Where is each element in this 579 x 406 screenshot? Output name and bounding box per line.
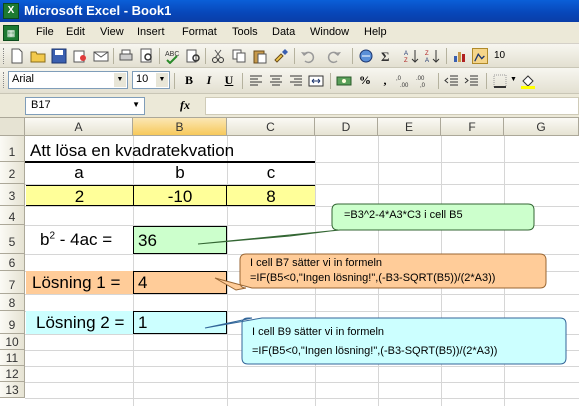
font-name-dropdown[interactable]: Arial ▼ — [8, 71, 128, 89]
underline-button[interactable]: U — [220, 72, 238, 88]
font-name-value: Arial — [12, 73, 35, 85]
menu-edit[interactable]: Edit — [66, 26, 85, 38]
redo-icon[interactable] — [326, 48, 342, 64]
print-icon[interactable] — [118, 48, 134, 64]
percent-button[interactable]: % — [356, 72, 374, 88]
fill-color-icon[interactable] — [520, 73, 536, 89]
menu-view[interactable]: View — [100, 26, 124, 38]
cut-icon[interactable] — [210, 48, 226, 64]
bold-button[interactable]: B — [180, 72, 198, 88]
open-folder-icon[interactable] — [30, 48, 46, 64]
undo-icon[interactable] — [300, 48, 316, 64]
svg-text:Z: Z — [404, 58, 408, 64]
research-icon[interactable] — [185, 48, 201, 64]
menu-data[interactable]: Data — [272, 26, 295, 38]
toolbar-separator — [205, 48, 206, 64]
callout-discriminant-text: =B3^2-4*A3*C3 i cell B5 — [344, 209, 463, 221]
currency-icon[interactable] — [336, 73, 352, 89]
spreadsheet-grid: A B C D E F G 1 2 3 4 5 6 7 8 9 10 11 12… — [0, 118, 579, 406]
permission-icon[interactable] — [72, 48, 88, 64]
svg-text:,0: ,0 — [396, 76, 402, 82]
increase-indent-icon[interactable] — [464, 73, 480, 89]
sort-ascending-icon[interactable]: AZ — [404, 48, 420, 64]
hyperlink-icon[interactable] — [358, 48, 374, 64]
callout-solution2-bubble[interactable] — [204, 317, 567, 365]
toolbar-separator — [113, 48, 114, 64]
decrease-indent-icon[interactable] — [444, 73, 460, 89]
window-title: Microsoft Excel - Book1 — [24, 3, 172, 18]
toolbar-grip[interactable] — [3, 72, 6, 88]
title-bar: X Microsoft Excel - Book1 — [0, 0, 579, 22]
toolbar-separator — [330, 73, 331, 89]
toolbar-separator — [159, 48, 160, 64]
menu-tools[interactable]: Tools — [232, 26, 258, 38]
copy-icon[interactable] — [231, 48, 247, 64]
workbook-icon[interactable]: ▦ — [3, 25, 19, 41]
chevron-down-icon[interactable]: ▼ — [156, 73, 168, 87]
font-size-value: 10 — [136, 73, 149, 85]
toolbar-separator — [446, 48, 447, 64]
menu-insert[interactable]: Insert — [137, 26, 165, 38]
new-document-icon[interactable] — [9, 48, 25, 64]
svg-text:.00: .00 — [416, 76, 425, 82]
drawing-icon[interactable] — [472, 48, 488, 64]
format-painter-icon[interactable] — [273, 48, 289, 64]
menu-format[interactable]: Format — [182, 26, 217, 38]
chart-wizard-icon[interactable] — [452, 48, 468, 64]
menu-file[interactable]: File — [36, 26, 54, 38]
chevron-down-icon[interactable]: ▼ — [510, 76, 517, 83]
svg-text:A: A — [425, 58, 429, 64]
toolbar-separator — [174, 73, 175, 89]
spelling-icon[interactable]: ABC — [164, 48, 180, 64]
chevron-down-icon[interactable]: ▼ — [114, 73, 126, 87]
insert-function-button[interactable]: fx — [180, 98, 190, 113]
sort-descending-icon[interactable]: ZA — [425, 48, 441, 64]
svg-text:A: A — [404, 51, 408, 57]
formula-bar: B17 ▼ fx — [0, 94, 579, 118]
italic-button[interactable]: I — [200, 72, 218, 88]
zoom-partial[interactable]: 10 — [494, 50, 505, 61]
menu-bar: ▦ File Edit View Insert Format Tools Dat… — [0, 22, 579, 44]
menu-window[interactable]: Window — [310, 26, 349, 38]
toolbar-separator — [294, 48, 295, 64]
excel-app-icon[interactable]: X — [3, 3, 19, 19]
menu-help[interactable]: Help — [364, 26, 387, 38]
print-preview-icon[interactable] — [139, 48, 155, 64]
toolbar-grip[interactable] — [3, 48, 6, 64]
font-size-dropdown[interactable]: 10 ▼ — [132, 71, 170, 89]
toolbar-separator — [486, 73, 487, 89]
borders-icon[interactable] — [492, 73, 508, 89]
callout-solution1-line2: =IF(B5<0,"Ingen lösning!",(-B3-SQRT(B5))… — [250, 272, 496, 284]
align-right-icon[interactable] — [288, 73, 304, 89]
svg-text:.00: .00 — [400, 83, 409, 89]
formula-input[interactable] — [205, 97, 579, 115]
callout-solution2-line2: =IF(B5<0,"Ingen lösning!",(-B3-SQRT(B5))… — [252, 345, 498, 357]
svg-text:Z: Z — [425, 51, 429, 57]
decrease-decimal-icon[interactable]: .00,0 — [416, 73, 432, 89]
callout-solution2-line1: I cell B9 sätter vi in formeln — [252, 326, 385, 338]
align-center-icon[interactable] — [268, 73, 284, 89]
name-box-value: B17 — [31, 99, 51, 111]
toolbar-separator — [352, 48, 353, 64]
callout-solution1-line1: I cell B7 sätter vi in formeln — [250, 257, 383, 269]
chevron-down-icon[interactable]: ▼ — [132, 100, 140, 109]
svg-text:,0: ,0 — [420, 83, 426, 89]
svg-text:Σ: Σ — [381, 49, 390, 64]
increase-decimal-icon[interactable]: ,0.00 — [396, 73, 412, 89]
formatting-toolbar: Arial ▼ 10 ▼ B I U % , ,0.00 .00,0 ▼ — [0, 68, 579, 94]
paste-icon[interactable] — [252, 48, 268, 64]
save-icon[interactable] — [51, 48, 67, 64]
toolbar-separator — [242, 73, 243, 89]
merge-center-icon[interactable] — [308, 73, 324, 89]
name-box[interactable]: B17 ▼ — [25, 97, 145, 115]
toolbar-separator — [438, 73, 439, 89]
align-left-icon[interactable] — [248, 73, 264, 89]
autosum-icon[interactable]: Σ — [379, 48, 395, 64]
email-icon[interactable] — [93, 48, 109, 64]
standard-toolbar: ABC Σ AZ ZA 10 — [0, 44, 579, 68]
comma-style-button[interactable]: , — [376, 72, 394, 88]
